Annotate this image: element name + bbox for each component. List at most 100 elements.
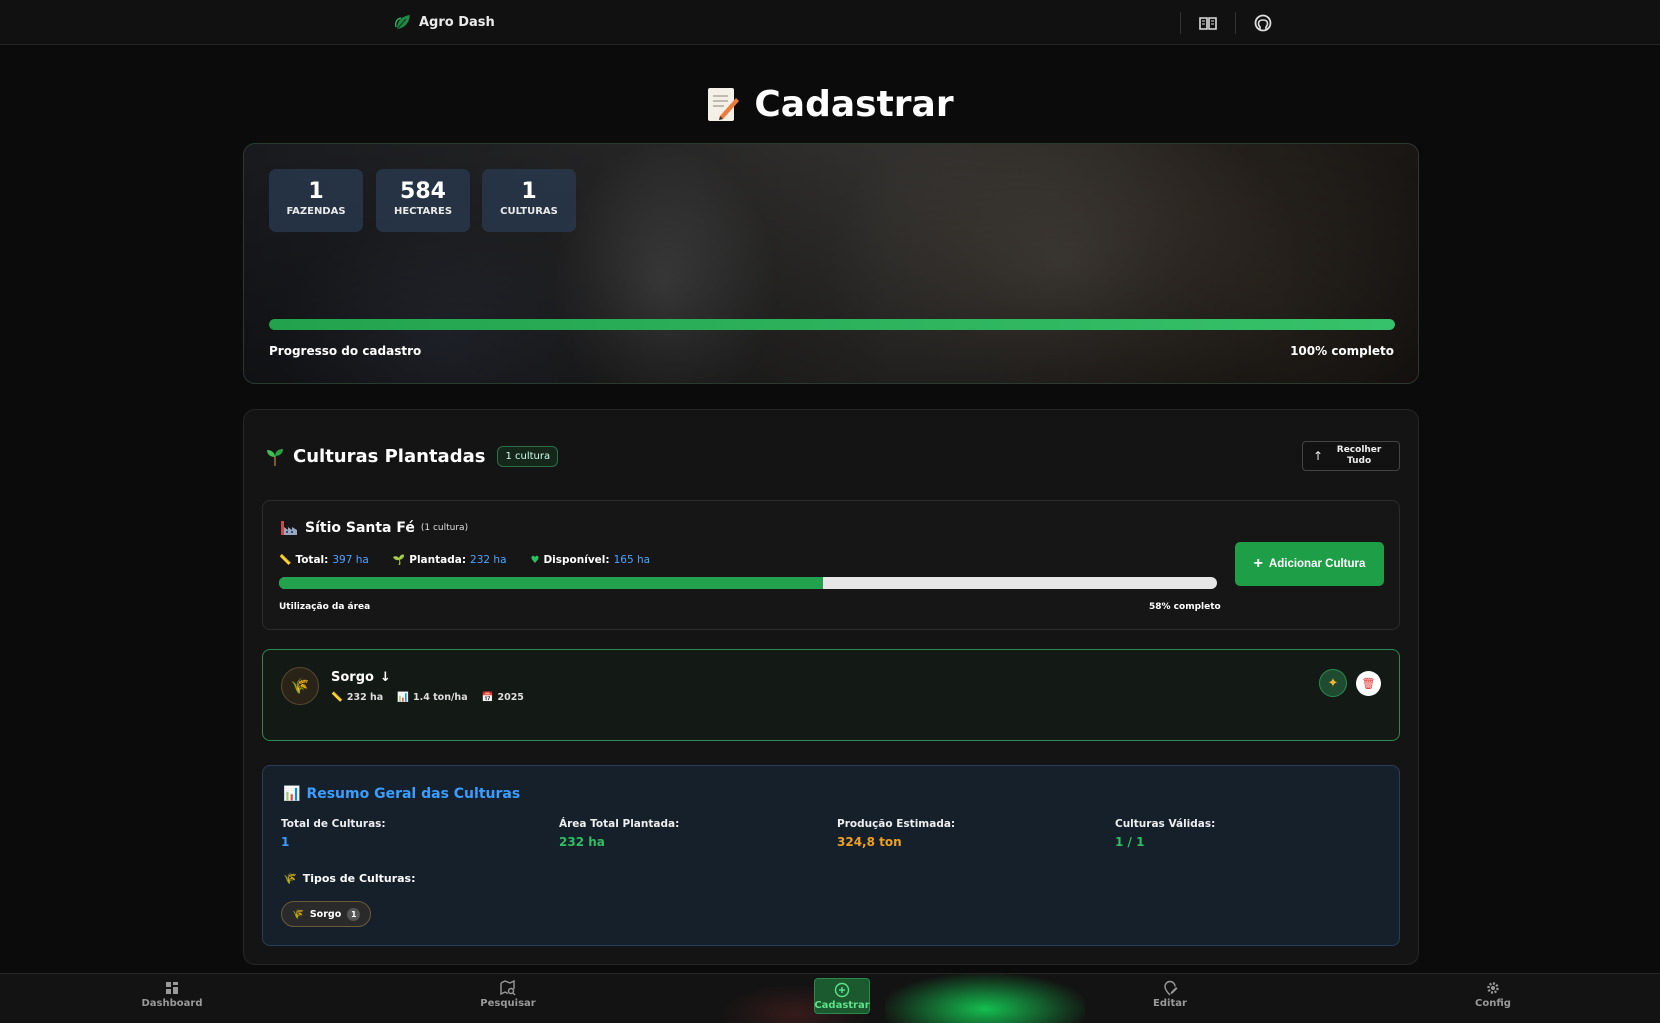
stat-fazendas: 1 FAZENDAS <box>269 169 363 232</box>
summary-item-total: Total de Culturas: 1 <box>281 818 386 849</box>
stat-value: 584 <box>400 179 446 204</box>
metric-label: Disponível: <box>543 554 610 566</box>
summary-value: 324,8 ton <box>837 835 902 849</box>
farm-card: Sítio Santa Fé (1 cultura) 📏 Total: 397 … <box>262 500 1400 630</box>
crop-yield: 📊 1.4 ton/ha <box>397 692 467 703</box>
nav-label: Editar <box>1153 998 1187 1009</box>
bottom-nav: Dashboard Pesquisar Cadastrar Editar Con… <box>0 973 1660 1023</box>
summary-label: Total de Culturas: <box>281 818 386 830</box>
culturas-panel: Culturas Plantadas 1 cultura ↑ Recolher … <box>243 409 1419 965</box>
farm-metrics: 📏 Total: 397 ha 🌱 Plantada: 232 ha ♥ Dis… <box>279 554 650 566</box>
count-badge: 1 cultura <box>497 446 559 467</box>
types-label: 🌾 Tipos de Culturas: <box>283 872 416 885</box>
gear-icon <box>1487 982 1499 994</box>
crop-year: 📅 2025 <box>482 692 524 703</box>
section-title: Culturas Plantadas <box>293 446 486 467</box>
crop-area: 📏 232 ha <box>331 692 383 703</box>
calendar-icon: 📅 <box>481 692 494 703</box>
crop-card[interactable]: 🌾 Sorgo ↓ 📏 232 ha 📊 1.4 ton/ha 📅 2025 ✦ 🗑 <box>262 649 1400 741</box>
nav-cadastrar[interactable]: Cadastrar <box>814 978 870 1014</box>
nav-label: Pesquisar <box>480 998 536 1009</box>
metric-total: 📏 Total: 397 ha <box>279 554 369 566</box>
top-bar: Agro Dash <box>0 0 1660 45</box>
summary-item-area: Área Total Plantada: 232 ha <box>559 818 679 849</box>
divider <box>1235 12 1236 34</box>
arrow-up-icon: ↑ <box>1313 449 1324 463</box>
metric-label: Total: <box>295 554 329 566</box>
edit-pin-icon <box>1164 980 1178 996</box>
sheaf-icon: 🌾 <box>283 872 297 885</box>
area-usage-bar <box>279 577 1217 589</box>
stat-label: HECTARES <box>393 206 453 217</box>
grid-icon <box>166 982 178 994</box>
crop-area-value: 232 ha <box>346 692 384 703</box>
seedling-icon <box>267 448 283 466</box>
ruler-icon: 📏 <box>331 692 343 703</box>
progress-fill <box>269 319 1395 330</box>
sparkle-button[interactable]: ✦ <box>1319 669 1347 697</box>
sheaf-icon: 🌾 <box>281 667 319 705</box>
crop-name: Sorgo <box>331 670 374 685</box>
summary-label: Culturas Válidas: <box>1115 818 1216 830</box>
summary-item-production: Produção Estimada: 324,8 ton <box>837 818 955 849</box>
nav-dashboard[interactable]: Dashboard <box>141 980 203 1009</box>
sheaf-icon: 🌾 <box>292 908 304 920</box>
bar-chart-icon: 📊 <box>283 786 301 802</box>
crop-year-value: 2025 <box>497 692 524 703</box>
stat-culturas: 1 CULTURAS <box>482 169 576 232</box>
plus-circle-icon <box>834 982 850 998</box>
usage-percent: 58% completo <box>1149 602 1221 612</box>
plus-icon: + <box>1253 555 1263 572</box>
arrow-down-icon[interactable]: ↓ <box>380 670 391 685</box>
leaf-icon <box>395 15 410 30</box>
delete-button[interactable]: 🗑 <box>1356 671 1381 696</box>
summary-label: Área Total Plantada: <box>559 818 680 830</box>
metric-planted: 🌱 Plantada: 232 ha <box>393 554 507 566</box>
memo-icon <box>708 87 740 121</box>
nav-config[interactable]: Config <box>1463 980 1523 1009</box>
stat-label: CULTURAS <box>500 206 558 217</box>
metric-value: 397 ha <box>332 554 369 566</box>
brand[interactable]: Agro Dash <box>393 12 495 32</box>
metric-value: 165 ha <box>613 554 651 566</box>
usage-fill <box>279 577 824 589</box>
nav-label: Cadastrar <box>814 1000 870 1011</box>
summary-label: Produção Estimada: <box>837 818 956 830</box>
types-label-text: Tipos de Culturas: <box>302 872 416 885</box>
summary-card: 📊 Resumo Geral das Culturas Total de Cul… <box>262 765 1400 946</box>
section-header: Culturas Plantadas 1 cultura <box>265 446 559 467</box>
seedling-icon: 🌱 <box>392 554 406 566</box>
collapse-label: Recolher Tudo <box>1336 445 1382 466</box>
nav-pesquisar[interactable]: Pesquisar <box>478 980 538 1009</box>
page-heading: Cadastrar <box>754 84 954 125</box>
collapse-all-button[interactable]: ↑ Recolher Tudo <box>1302 441 1400 471</box>
ruler-icon: 📏 <box>279 554 292 566</box>
book-icon[interactable] <box>1198 13 1218 33</box>
chart-icon: 📊 <box>397 692 409 703</box>
usage-label: Utilização da área <box>279 602 371 612</box>
progress-label: Progresso do cadastro <box>269 344 422 358</box>
github-icon[interactable] <box>1253 13 1273 33</box>
stat-value: 1 <box>308 179 324 204</box>
type-chip-name: Sorgo <box>309 908 342 920</box>
farm-name: Sítio Santa Fé <box>305 520 415 536</box>
nav-editar[interactable]: Editar <box>1140 980 1200 1009</box>
nav-label: Dashboard <box>141 998 203 1009</box>
divider <box>1180 12 1181 34</box>
type-chip-count: 1 <box>347 907 361 921</box>
metric-available: ♥ Disponível: 165 ha <box>531 554 651 566</box>
add-culture-button[interactable]: + Adicionar Cultura <box>1235 542 1384 586</box>
farm-culture-count: (1 cultura) <box>420 523 469 533</box>
crop-yield-value: 1.4 ton/ha <box>413 692 468 703</box>
crop-name-row: Sorgo ↓ <box>331 670 391 685</box>
hero-banner: 1 FAZENDAS 584 HECTARES 1 CULTURAS Progr… <box>243 143 1419 384</box>
progress-percent: 100% completo <box>1290 344 1394 358</box>
registration-progress-bar <box>269 319 1395 330</box>
summary-title: 📊 Resumo Geral das Culturas <box>283 786 520 802</box>
farm-title: Sítio Santa Fé (1 cultura) <box>279 519 468 537</box>
stat-value: 1 <box>521 179 537 204</box>
green-heart-icon: ♥ <box>530 554 540 566</box>
nav-glow-green <box>885 974 1085 1023</box>
summary-value: 1 <box>281 835 290 849</box>
add-culture-label: Adicionar Cultura <box>1268 558 1366 570</box>
